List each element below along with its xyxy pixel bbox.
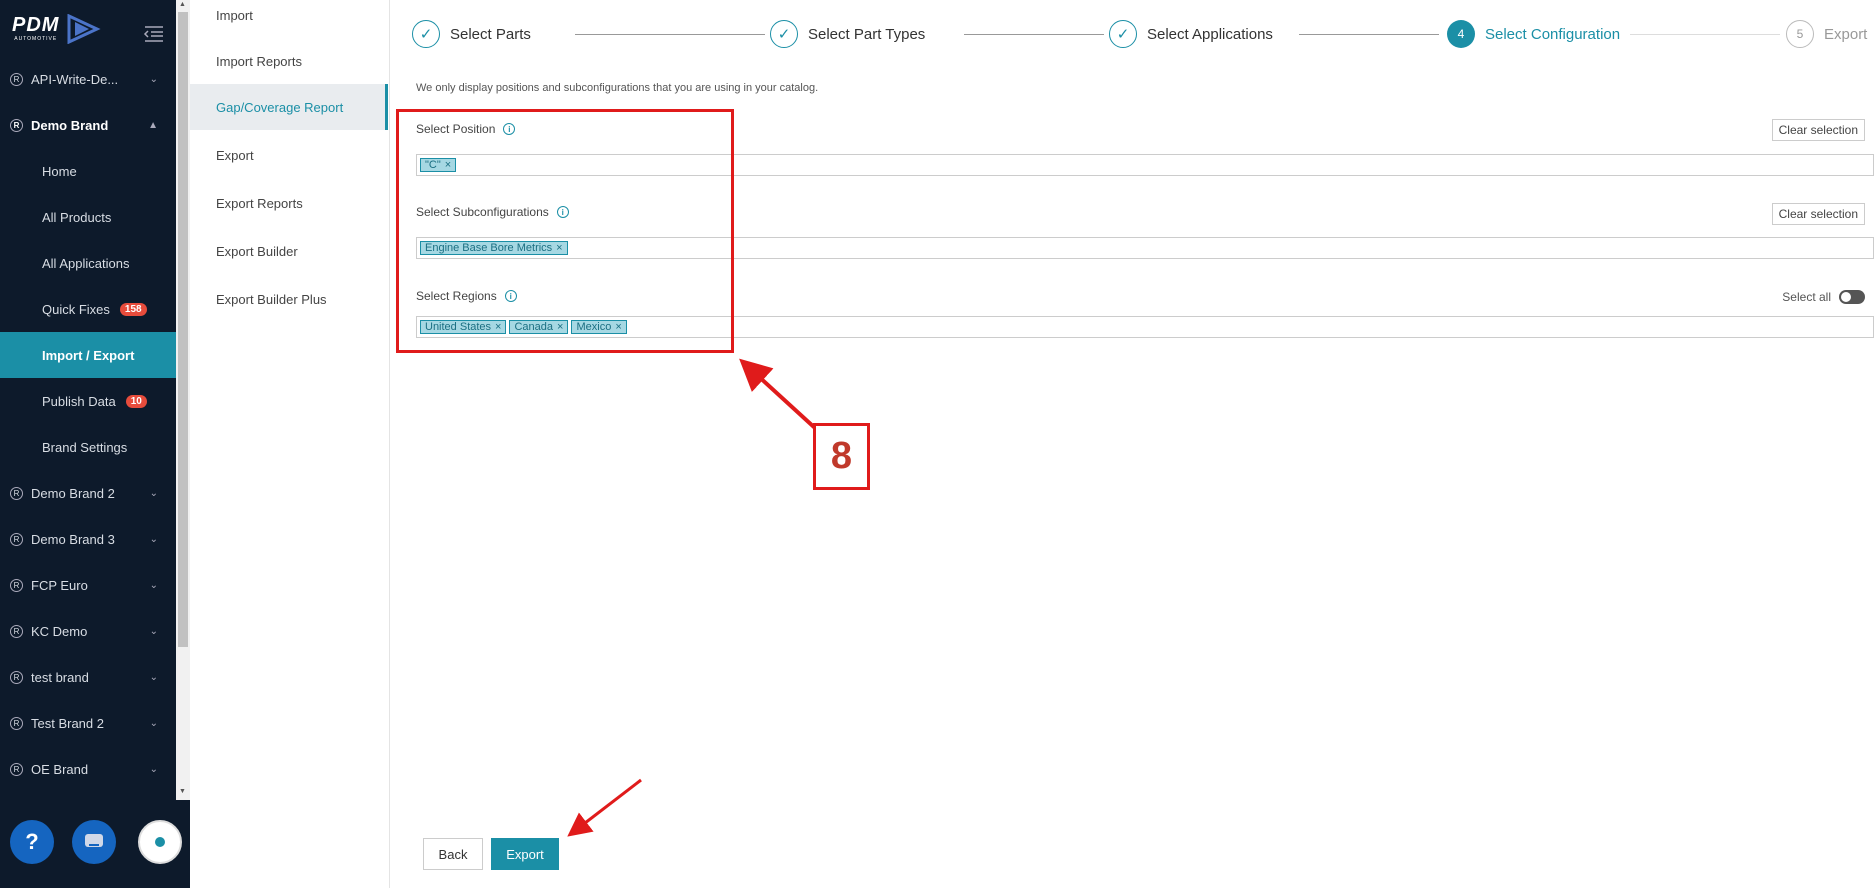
submenu-item-export-reports[interactable]: Export Reports (190, 180, 388, 226)
sidebar-item-label: Quick Fixes (42, 301, 110, 317)
import-export-submenu: Import Import Reports Gap/Coverage Report E… (190, 0, 390, 888)
step-connector (1299, 34, 1439, 35)
sidebar-item-import-export[interactable]: Import / Export (0, 332, 176, 378)
export-button[interactable]: Export (491, 838, 559, 870)
logo-subtext: AUTOMOTIVE (14, 36, 58, 42)
registered-icon: R (10, 624, 23, 638)
chevron-down-icon[interactable]: ⌄ (150, 672, 158, 683)
location-pin-icon[interactable] (138, 820, 182, 864)
chevron-down-icon[interactable]: ⌄ (150, 580, 158, 591)
step-select-configuration[interactable]: 4 Select Configuration (1447, 20, 1620, 48)
sidebar-item-brand-settings[interactable]: Brand Settings (0, 424, 176, 470)
sidebar-brand-demo-brand[interactable]: R Demo Brand ▲ (0, 102, 176, 148)
registered-icon: R (10, 578, 23, 592)
annotation-highlight-box (396, 109, 734, 353)
logo-play-icon (67, 14, 102, 44)
toggle-switch[interactable] (1839, 290, 1865, 304)
chevron-up-icon[interactable]: ▲ (148, 120, 158, 131)
submenu-item-import[interactable]: Import (190, 0, 388, 30)
scroll-down-icon[interactable]: ▼ (179, 788, 186, 795)
info-text: We only display positions and subconfigu… (416, 82, 819, 94)
check-icon: ✓ (770, 20, 798, 48)
sidebar-brand-demo-brand-2[interactable]: R Demo Brand 2 ⌄ (0, 470, 176, 516)
sidebar-brand-oe-brand[interactable]: R OE Brand ⌄ (0, 746, 176, 792)
submenu-item-export-builder[interactable]: Export Builder (190, 228, 388, 274)
submenu-item-export[interactable]: Export (190, 132, 388, 178)
sidebar-item-publish-data[interactable]: Publish Data 10 (0, 378, 176, 424)
sidebar: PDM AUTOMOTIVE R API-Write-De... ⌄ R Demo Br… (0, 0, 190, 888)
step-select-parts[interactable]: ✓ Select Parts (412, 20, 531, 48)
sidebar-item-label: All Products (42, 209, 112, 225)
count-badge: 10 (125, 394, 147, 408)
sidebar-brand-test-brand-2[interactable]: R Test Brand 2 ⌄ (0, 700, 176, 746)
sidebar-item-label: Test Brand 2 (31, 715, 104, 731)
sidebar-item-label: Demo Brand 2 (31, 485, 115, 501)
step-export[interactable]: 5 Export (1786, 20, 1867, 48)
submenu-item-gap-coverage-report[interactable]: Gap/Coverage Report (190, 84, 388, 130)
sidebar-brand-api-write-de[interactable]: R API-Write-De... ⌄ (0, 56, 176, 102)
select-all-toggle[interactable]: Select all (1782, 290, 1865, 304)
sidebar-brand-test-brand[interactable]: Rtest brand ⌄ (0, 654, 176, 700)
sidebar-item-label: Home (42, 163, 77, 179)
step-select-applications[interactable]: ✓ Select Applications (1109, 20, 1273, 48)
registered-icon: R (10, 486, 23, 500)
registered-icon: R (10, 72, 23, 86)
step-connector (1630, 34, 1780, 35)
check-icon: ✓ (412, 20, 440, 48)
sidebar-item-label: FCP Euro (31, 577, 88, 593)
registered-icon: R (10, 118, 23, 132)
clear-position-button[interactable]: Clear selection (1771, 119, 1865, 141)
stepper: ✓ Select Parts ✓ Select Part Types ✓ Sel… (412, 14, 1874, 54)
help-icon[interactable]: ? (10, 820, 54, 864)
chat-icon[interactable] (72, 820, 116, 864)
clear-subconfig-button[interactable]: Clear selection (1771, 203, 1865, 225)
sidebar-item-label: All Applications (42, 255, 130, 271)
pdm-logo[interactable]: PDM AUTOMOTIVE (12, 14, 103, 44)
menu-collapse-icon[interactable] (143, 24, 165, 44)
sidebar-item-label: Brand Settings (42, 439, 128, 455)
annotation-step-number: 8 (813, 423, 870, 490)
chevron-down-icon[interactable]: ⌄ (150, 626, 158, 637)
sidebar-brand-fcp-euro[interactable]: R FCP Euro ⌄ (0, 562, 176, 608)
sidebar-item-label: OE Brand (31, 761, 89, 777)
chevron-down-icon[interactable]: ⌄ (150, 488, 158, 499)
sidebar-item-label: KC Demo (31, 623, 88, 639)
back-button[interactable]: Back (423, 838, 483, 870)
submenu-item-import-reports[interactable]: Import Reports (190, 38, 388, 84)
scroll-up-icon[interactable]: ▲ (179, 1, 186, 8)
sidebar-item-label: Demo Brand (31, 117, 109, 133)
submenu-item-export-builder-plus[interactable]: Export Builder Plus (190, 276, 388, 322)
registered-icon: R (10, 762, 23, 776)
step-select-part-types[interactable]: ✓ Select Part Types (770, 20, 925, 48)
chevron-down-icon[interactable]: ⌄ (150, 718, 158, 729)
count-badge: 158 (119, 302, 147, 316)
sidebar-item-label: test brand (31, 669, 89, 685)
registered-icon: R (10, 532, 23, 546)
chevron-down-icon[interactable]: ⌄ (150, 534, 158, 545)
sidebar-item-label: Publish Data (42, 393, 116, 409)
sidebar-item-all-products[interactable]: All Products (0, 194, 176, 240)
sidebar-brand-kc-demo[interactable]: R KC Demo ⌄ (0, 608, 176, 654)
scrollbar-thumb[interactable] (178, 12, 188, 647)
sidebar-item-all-applications[interactable]: All Applications (0, 240, 176, 286)
registered-icon: R (10, 716, 23, 730)
step-connector (964, 34, 1104, 35)
sidebar-scrollbar[interactable]: ▲ ▼ (176, 0, 190, 800)
chevron-down-icon[interactable]: ⌄ (150, 764, 158, 775)
sidebar-item-label: Import / Export (42, 347, 135, 363)
logo-text: PDM (12, 14, 60, 36)
step-connector (575, 34, 765, 35)
sidebar-item-home[interactable]: Home (0, 148, 176, 194)
sidebar-item-quick-fixes[interactable]: Quick Fixes 158 (0, 286, 176, 332)
sidebar-brand-demo-brand-3[interactable]: R Demo Brand 3 ⌄ (0, 516, 176, 562)
check-icon: ✓ (1109, 20, 1137, 48)
sidebar-item-label: Demo Brand 3 (31, 531, 115, 547)
registered-icon: R (10, 670, 23, 684)
sidebar-item-label: API-Write-De... (31, 71, 119, 87)
chevron-down-icon[interactable]: ⌄ (150, 74, 158, 85)
